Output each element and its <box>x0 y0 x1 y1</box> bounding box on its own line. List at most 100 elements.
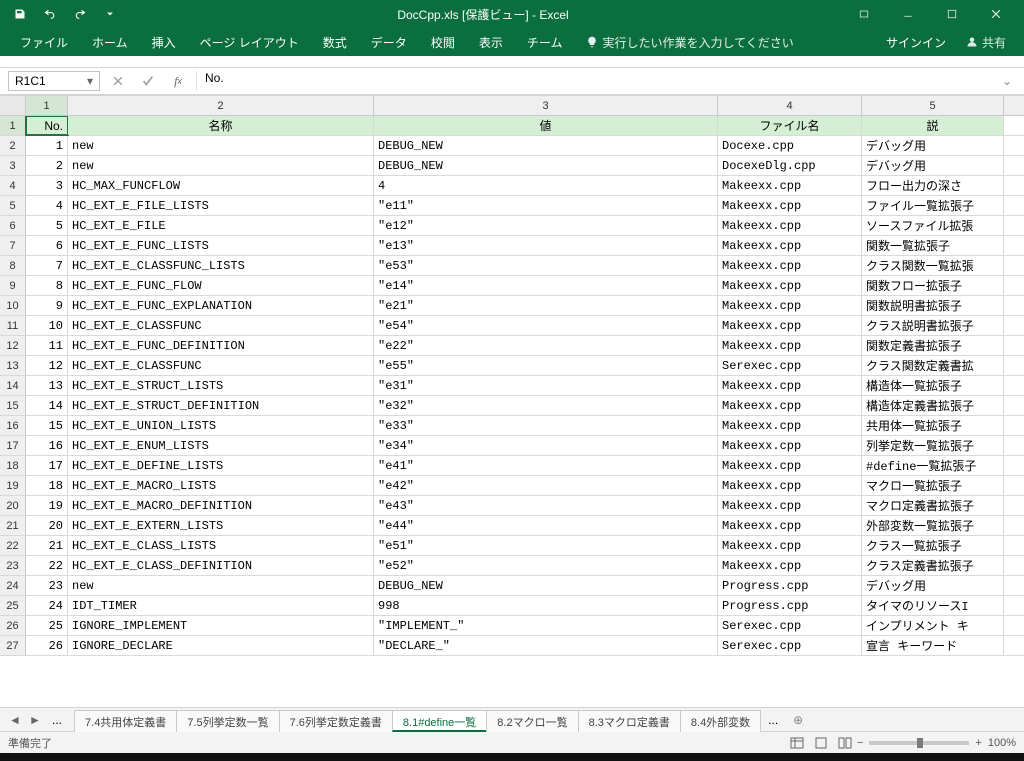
cell[interactable]: 16 <box>26 436 68 455</box>
cell[interactable]: HC_EXT_E_FILE <box>68 216 374 235</box>
cell[interactable]: HC_EXT_E_STRUCT_DEFINITION <box>68 396 374 415</box>
cell[interactable]: HC_EXT_E_FUNC_EXPLANATION <box>68 296 374 315</box>
cell[interactable]: "e41" <box>374 456 718 475</box>
cell[interactable]: "e55" <box>374 356 718 375</box>
row-header[interactable]: 17 <box>0 436 26 455</box>
cell[interactable]: クラス説明書拡張子 <box>862 316 1004 335</box>
cell[interactable]: Makeexx.cpp <box>718 176 862 195</box>
zoom-slider-thumb[interactable] <box>917 738 923 748</box>
add-sheet-button[interactable]: ⊕ <box>786 713 810 727</box>
cell[interactable]: "e53" <box>374 256 718 275</box>
cell[interactable]: Makeexx.cpp <box>718 416 862 435</box>
cell[interactable]: DEBUG_NEW <box>374 136 718 155</box>
column-header[interactable]: 4 <box>718 96 862 115</box>
tell-me-input[interactable]: 実行したい作業を入力してください <box>574 28 805 56</box>
cell[interactable]: ソースファイル拡張 <box>862 216 1004 235</box>
sheet-nav-prev-button[interactable]: ◄ <box>6 710 24 730</box>
ribbon-tab-insert[interactable]: 挿入 <box>140 28 188 56</box>
cell[interactable]: new <box>68 576 374 595</box>
cell[interactable]: 2 <box>26 156 68 175</box>
row-header[interactable]: 9 <box>0 276 26 295</box>
cell[interactable]: Makeexx.cpp <box>718 296 862 315</box>
sheet-nav-next-button[interactable]: ► <box>26 710 44 730</box>
view-normal-button[interactable] <box>785 734 809 752</box>
cell[interactable]: Makeexx.cpp <box>718 536 862 555</box>
cell[interactable]: 25 <box>26 616 68 635</box>
cell[interactable]: DEBUG_NEW <box>374 156 718 175</box>
cell[interactable]: 9 <box>26 296 68 315</box>
ribbon-tab-file[interactable]: ファイル <box>8 28 80 56</box>
cell[interactable]: HC_EXT_E_STRUCT_LISTS <box>68 376 374 395</box>
row-header[interactable]: 24 <box>0 576 26 595</box>
cell[interactable]: クラス一覧拡張子 <box>862 536 1004 555</box>
cell[interactable]: デバッグ用 <box>862 136 1004 155</box>
cell[interactable]: Makeexx.cpp <box>718 236 862 255</box>
cell[interactable]: new <box>68 156 374 175</box>
cell[interactable]: "e21" <box>374 296 718 315</box>
cell[interactable]: #define一覧拡張子 <box>862 456 1004 475</box>
row-header[interactable]: 12 <box>0 336 26 355</box>
cell[interactable]: 26 <box>26 636 68 655</box>
cell[interactable]: Serexec.cpp <box>718 356 862 375</box>
cell[interactable]: "e43" <box>374 496 718 515</box>
cell[interactable]: 説 <box>862 116 1004 135</box>
sheet-tabs-overflow-left[interactable]: ... <box>44 710 70 730</box>
cell[interactable]: Makeexx.cpp <box>718 496 862 515</box>
cell[interactable]: HC_EXT_E_MACRO_DEFINITION <box>68 496 374 515</box>
zoom-in-button[interactable]: + <box>975 737 981 749</box>
cell[interactable]: Makeexx.cpp <box>718 196 862 215</box>
save-button[interactable] <box>6 2 34 26</box>
cell[interactable]: Makeexx.cpp <box>718 476 862 495</box>
cell[interactable]: 13 <box>26 376 68 395</box>
row-header[interactable]: 10 <box>0 296 26 315</box>
sheet-tabs-overflow-right[interactable]: ... <box>760 710 786 730</box>
cell[interactable]: 構造体定義書拡張子 <box>862 396 1004 415</box>
cell[interactable]: HC_EXT_E_FUNC_FLOW <box>68 276 374 295</box>
cell[interactable]: Makeexx.cpp <box>718 396 862 415</box>
row-header[interactable]: 5 <box>0 196 26 215</box>
cell[interactable]: HC_EXT_E_FUNC_LISTS <box>68 236 374 255</box>
column-header[interactable]: 3 <box>374 96 718 115</box>
cell[interactable]: Makeexx.cpp <box>718 216 862 235</box>
cell[interactable]: HC_EXT_E_UNION_LISTS <box>68 416 374 435</box>
cell[interactable]: タイマのリソースI <box>862 596 1004 615</box>
cell[interactable]: 1 <box>26 136 68 155</box>
cell[interactable]: 22 <box>26 556 68 575</box>
cell[interactable]: No. <box>26 116 68 135</box>
cell[interactable]: 7 <box>26 256 68 275</box>
cell[interactable]: Makeexx.cpp <box>718 556 862 575</box>
cell[interactable]: "e14" <box>374 276 718 295</box>
view-pagelayout-button[interactable] <box>809 734 833 752</box>
cell[interactable]: HC_EXT_E_FILE_LISTS <box>68 196 374 215</box>
expand-formula-bar-button[interactable]: ⌄ <box>998 74 1016 88</box>
cell[interactable]: 15 <box>26 416 68 435</box>
cell[interactable]: Serexec.cpp <box>718 636 862 655</box>
cell[interactable]: DocexeDlg.cpp <box>718 156 862 175</box>
cell[interactable]: HC_EXT_E_FUNC_DEFINITION <box>68 336 374 355</box>
row-header[interactable]: 3 <box>0 156 26 175</box>
minimize-button[interactable] <box>886 2 930 26</box>
cell[interactable]: Makeexx.cpp <box>718 276 862 295</box>
row-header[interactable]: 1 <box>0 116 26 135</box>
cell[interactable]: HC_EXT_E_CLASSFUNC_LISTS <box>68 256 374 275</box>
ribbon-tab-review[interactable]: 校閲 <box>419 28 467 56</box>
view-pagebreak-button[interactable] <box>833 734 857 752</box>
name-box[interactable]: R1C1 ▾ <box>8 71 100 91</box>
cell[interactable]: 外部変数一覧拡張子 <box>862 516 1004 535</box>
column-header[interactable]: 1 <box>26 96 68 115</box>
cell[interactable]: 17 <box>26 456 68 475</box>
sheet-tab[interactable]: 8.2マクロ一覧 <box>486 710 578 732</box>
row-header[interactable]: 6 <box>0 216 26 235</box>
cell[interactable]: HC_EXT_E_CLASS_LISTS <box>68 536 374 555</box>
cell[interactable]: 6 <box>26 236 68 255</box>
ribbon-options-button[interactable] <box>842 2 886 26</box>
cell[interactable]: 値 <box>374 116 718 135</box>
qat-customize-button[interactable] <box>96 2 124 26</box>
cell[interactable]: "e11" <box>374 196 718 215</box>
row-header[interactable]: 20 <box>0 496 26 515</box>
cell[interactable]: "e52" <box>374 556 718 575</box>
cell[interactable]: 関数一覧拡張子 <box>862 236 1004 255</box>
cell[interactable]: 関数フロー拡張子 <box>862 276 1004 295</box>
cell[interactable]: 14 <box>26 396 68 415</box>
cell[interactable]: "e51" <box>374 536 718 555</box>
